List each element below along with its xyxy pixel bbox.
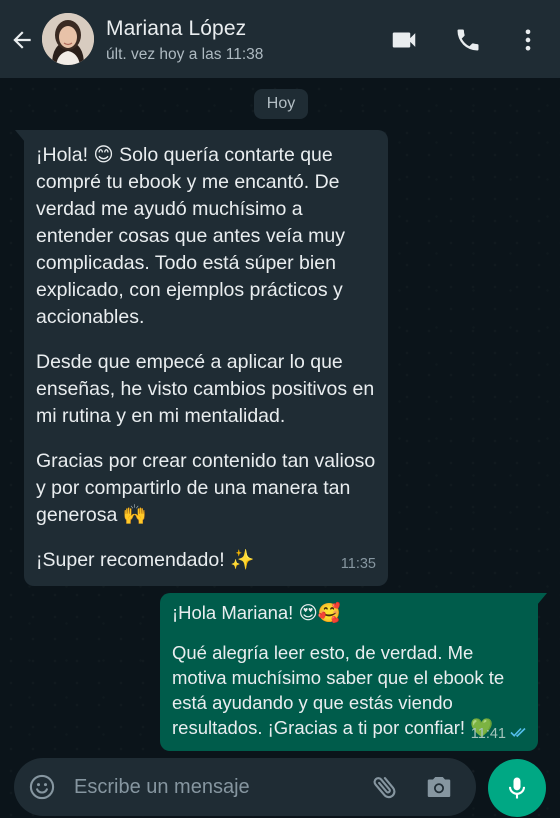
chat-header: Mariana López últ. vez hoy a las 11:38 [0, 0, 560, 78]
message-timestamp: 11:35 [340, 556, 376, 572]
more-vertical-icon[interactable] [512, 24, 544, 56]
message-meta: 11:41 [471, 722, 528, 747]
message-text: Gracias por crear contenido tan valioso … [36, 450, 376, 526]
microphone-icon[interactable] [488, 759, 546, 817]
contact-name[interactable]: Mariana López [106, 17, 246, 41]
message-timestamp: 11:41 [470, 726, 506, 742]
arrow-left-icon[interactable] [8, 26, 36, 54]
incoming-message-bubble[interactable]: ¡Hola! 😊 Solo quería contarte que compré… [15, 130, 388, 586]
avatar[interactable] [42, 13, 94, 65]
message-text: ¡Hola! 😊 Solo quería contarte que compré… [36, 144, 345, 328]
phone-icon[interactable] [452, 24, 484, 56]
outgoing-message-bubble[interactable]: ¡Hola Mariana! 😍🥰 Qué alegría leer esto,… [160, 593, 547, 751]
paperclip-icon[interactable] [370, 772, 400, 802]
date-divider: Hoy [254, 89, 308, 119]
double-check-icon [510, 722, 528, 747]
message-text: Desde que empecé a aplicar lo que enseña… [36, 351, 375, 427]
message-input[interactable] [74, 772, 344, 802]
video-camera-icon[interactable] [388, 24, 420, 56]
message-text: ¡Super recomendado! ✨ [36, 549, 255, 571]
message-composer [14, 758, 476, 816]
message-text: ¡Hola Mariana! 😍🥰 [172, 602, 341, 623]
last-seen-status: últ. vez hoy a las 11:38 [106, 46, 264, 63]
smiley-icon[interactable] [28, 773, 56, 801]
camera-icon[interactable] [424, 772, 454, 802]
